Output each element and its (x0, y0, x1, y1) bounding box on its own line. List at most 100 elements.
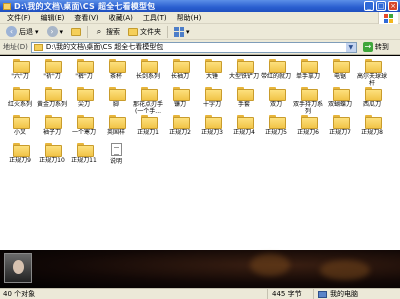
folder-icon (204, 59, 222, 73)
window-controls: _ □ × (364, 1, 398, 11)
search-icon: ⌕ (96, 26, 102, 36)
folder-item[interactable]: 正规刀1 (132, 115, 164, 143)
minimize-button[interactable]: _ (364, 1, 374, 11)
item-label: 说明 (109, 158, 122, 165)
folder-item[interactable]: 大锤 (196, 59, 228, 87)
folder-item[interactable]: 镰刀 (164, 87, 196, 115)
folder-icon (172, 115, 190, 129)
file-item[interactable]: 说明 (100, 143, 132, 171)
desktop-wallpaper (0, 250, 400, 288)
folder-item[interactable]: 黄金刀系列 (36, 87, 68, 115)
item-label: "裤"刀 (75, 73, 93, 80)
status-object-count: 40 个对象 (0, 289, 268, 299)
menu-view[interactable]: 查看(V) (69, 13, 103, 23)
folder-item[interactable]: 高尔夫球球杆 (356, 59, 388, 87)
folder-icon (204, 115, 222, 129)
wallpaper-glow (320, 260, 370, 280)
go-arrow-icon: → (362, 42, 373, 52)
folder-item[interactable]: 小叉 (4, 115, 36, 143)
go-button[interactable]: → 转到 (362, 42, 389, 52)
folder-item[interactable]: 正规刀3 (196, 115, 228, 143)
item-label: "六"刀 (11, 73, 29, 80)
folder-icon (76, 59, 94, 73)
document-icon (110, 143, 122, 156)
maximize-button[interactable]: □ (376, 1, 386, 11)
folder-icon (268, 59, 286, 73)
folder-item[interactable]: 一个寒刀 (68, 115, 100, 143)
folder-icon (76, 143, 94, 157)
folder-icon (268, 115, 286, 129)
close-button[interactable]: × (388, 1, 398, 11)
menu-file[interactable]: 文件(F) (2, 13, 36, 23)
folder-icon (33, 43, 43, 51)
forward-button[interactable]: › ▾ (43, 25, 68, 39)
views-button[interactable]: ▾ (170, 25, 194, 39)
folder-item[interactable]: "祈"刀 (36, 59, 68, 87)
chevron-down-icon: ▾ (59, 27, 64, 36)
item-label: 正规刀8 (361, 129, 383, 136)
folder-item[interactable]: 正规刀10 (36, 143, 68, 171)
menu-tools[interactable]: 工具(T) (138, 13, 172, 23)
address-input[interactable]: D:\我的文档\桌面\CS 超全七看模型包 ▼ (30, 41, 357, 53)
folder-item[interactable]: 单手拿刀 (292, 59, 324, 87)
folder-item[interactable]: 尖刀 (68, 87, 100, 115)
folder-icon (332, 115, 350, 129)
folder-item[interactable]: 十字刀 (196, 87, 228, 115)
folder-item[interactable]: 正规刀8 (356, 115, 388, 143)
folder-item[interactable]: 双蝴蝶刀 (324, 87, 356, 115)
chevron-down-icon: ▾ (35, 27, 39, 36)
item-label: 脚 (112, 101, 119, 108)
folder-item[interactable]: 正规刀9 (4, 143, 36, 171)
item-label: 双蝴蝶刀 (327, 101, 352, 108)
item-label: 正规刀5 (265, 129, 287, 136)
folder-item[interactable]: 英国样 (100, 115, 132, 143)
item-label: 长袖刀 (170, 73, 189, 80)
folder-item[interactable]: 茶杯 (100, 59, 132, 87)
item-label: 手套 (237, 101, 250, 108)
folder-item[interactable]: 长袖刀 (164, 59, 196, 87)
folder-item[interactable]: 西瓜刀 (356, 87, 388, 115)
folder-item[interactable]: 长剑系列 (132, 59, 164, 87)
folder-item[interactable]: 袖子刀 (36, 115, 68, 143)
folder-item[interactable]: 正规刀11 (68, 143, 100, 171)
folder-icon (44, 87, 62, 101)
chevron-down-icon: ▾ (186, 27, 190, 36)
menu-help[interactable]: 帮助(H) (172, 13, 207, 23)
folder-icon (268, 87, 286, 101)
folder-item[interactable]: 双手持刀系列 (292, 87, 324, 115)
folder-item[interactable]: 电锯 (324, 59, 356, 87)
search-button[interactable]: ⌕ 搜索 (90, 25, 124, 39)
folder-item[interactable]: 手套 (228, 87, 260, 115)
folder-item[interactable]: 大型铁铲刀 (228, 59, 260, 87)
folder-icon (172, 87, 190, 101)
folder-item[interactable]: 正规刀4 (228, 115, 260, 143)
back-button[interactable]: ‹ 后退 ▾ (2, 25, 43, 39)
menu-edit[interactable]: 编辑(E) (36, 13, 70, 23)
folder-item[interactable]: 红火系列 (4, 87, 36, 115)
folder-item[interactable]: 带红的就刀 (260, 59, 292, 87)
folder-item[interactable]: 正规刀7 (324, 115, 356, 143)
item-label: 电锯 (333, 73, 346, 80)
folder-item[interactable]: 正规刀2 (164, 115, 196, 143)
folder-icon (12, 143, 30, 157)
folder-item[interactable]: 脚 (100, 87, 132, 115)
folder-item[interactable]: 双刀 (260, 87, 292, 115)
chevron-down-icon[interactable]: ▼ (345, 42, 356, 52)
folders-button[interactable]: 文件夹 (124, 25, 165, 39)
folder-item[interactable]: "裤"刀 (68, 59, 100, 87)
folder-item[interactable]: 那花点刃手(一个手... (132, 87, 164, 115)
item-label: 正规刀9 (9, 157, 31, 164)
item-label: 带红的就刀 (260, 73, 291, 80)
menu-favorites[interactable]: 收藏(A) (104, 13, 138, 23)
file-list-pane: "六"刀 "祈"刀 "裤"刀 茶杯 长剑系列 长袖刀 大锤 大型铁铲刀 带红的就刀 单手拿刀 电锯 高… (0, 56, 400, 250)
folder-item[interactable]: "六"刀 (4, 59, 36, 87)
folder-icon (332, 87, 350, 101)
status-size: 445 字节 (268, 289, 314, 299)
item-label: 高尔夫球球杆 (356, 73, 387, 87)
folder-item[interactable]: 正规刀5 (260, 115, 292, 143)
folder-icon (300, 59, 318, 73)
folder-icon (172, 59, 190, 73)
folder-icon (12, 115, 30, 129)
up-button[interactable] (67, 25, 85, 39)
folder-item[interactable]: 正规刀6 (292, 115, 324, 143)
